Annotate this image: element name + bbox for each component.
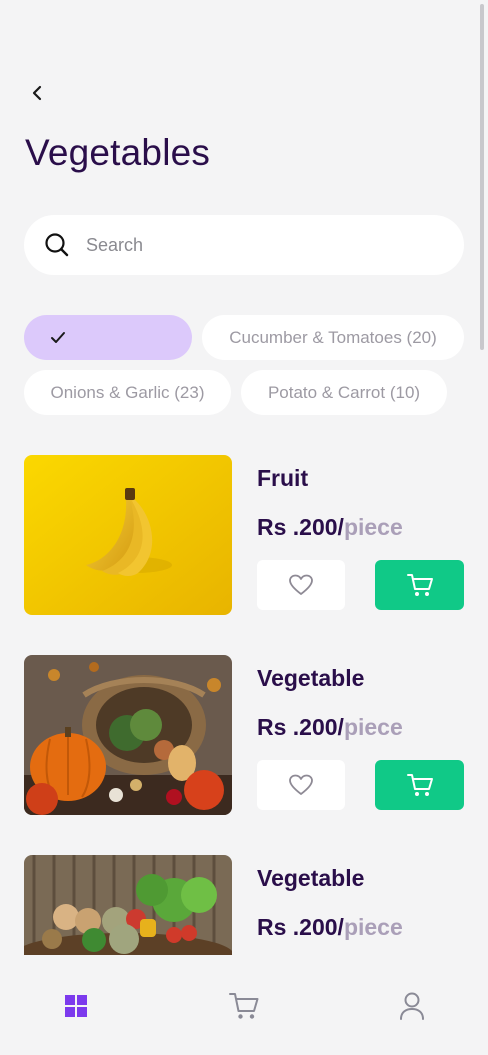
product-image-banana (24, 455, 232, 615)
price-unit: piece (343, 914, 403, 940)
search-input[interactable] (86, 234, 406, 256)
filter-chip-all[interactable] (24, 315, 192, 360)
bottom-navigation (0, 955, 488, 1055)
cart-icon (406, 774, 433, 796)
heart-icon (289, 574, 313, 595)
add-to-cart-button[interactable] (375, 760, 464, 810)
products-page: Vegetables Cucumber & Tomatoes (20) Onio… (0, 0, 488, 1055)
filter-chip-onions-garlic[interactable]: Onions & Garlic (23) (24, 370, 231, 415)
search-icon (44, 232, 70, 258)
filter-chip-label: Onions & Garlic (23) (50, 382, 205, 402)
product-price: Rs .200/piece (257, 514, 403, 541)
scrollbar[interactable] (480, 4, 484, 350)
product-name: Vegetable (257, 665, 365, 691)
cart-icon (406, 574, 433, 596)
price-amount: Rs .200/ (257, 914, 344, 940)
product-image-pumpkin-basket (24, 655, 232, 815)
page-title: Vegetables (25, 132, 211, 173)
price-unit: piece (343, 514, 403, 540)
checkmark-icon (51, 332, 65, 343)
product-name: Vegetable (257, 865, 365, 891)
back-button[interactable] (24, 80, 50, 106)
product-price: Rs .200/piece (257, 714, 403, 741)
nav-cart[interactable] (226, 988, 262, 1024)
filter-chip-label: Potato & Carrot (10) (267, 382, 421, 402)
price-amount: Rs .200/ (257, 514, 344, 540)
favorite-button[interactable] (257, 760, 345, 810)
cart-icon (229, 993, 259, 1019)
filter-chip-label: Cucumber & Tomatoes (20) (229, 327, 437, 347)
nav-profile[interactable] (394, 988, 430, 1024)
filter-chip-cucumber-tomatoes[interactable]: Cucumber & Tomatoes (20) (202, 315, 464, 360)
grid-icon (65, 995, 87, 1017)
product-price: Rs .200/piece (257, 914, 403, 941)
product-card[interactable]: Vegetable Rs .200/piece (24, 655, 464, 815)
chevron-left-icon (32, 85, 42, 101)
product-card[interactable]: Fruit Rs .200/piece (24, 455, 464, 615)
nav-home[interactable] (58, 988, 94, 1024)
add-to-cart-button[interactable] (375, 560, 464, 610)
product-name: Fruit (257, 465, 309, 491)
user-icon (400, 992, 424, 1020)
price-amount: Rs .200/ (257, 714, 344, 740)
favorite-button[interactable] (257, 560, 345, 610)
search-bar[interactable] (24, 215, 464, 275)
filter-chip-potato-carrot[interactable]: Potato & Carrot (10) (241, 370, 447, 415)
heart-icon (289, 774, 313, 795)
price-unit: piece (343, 714, 403, 740)
